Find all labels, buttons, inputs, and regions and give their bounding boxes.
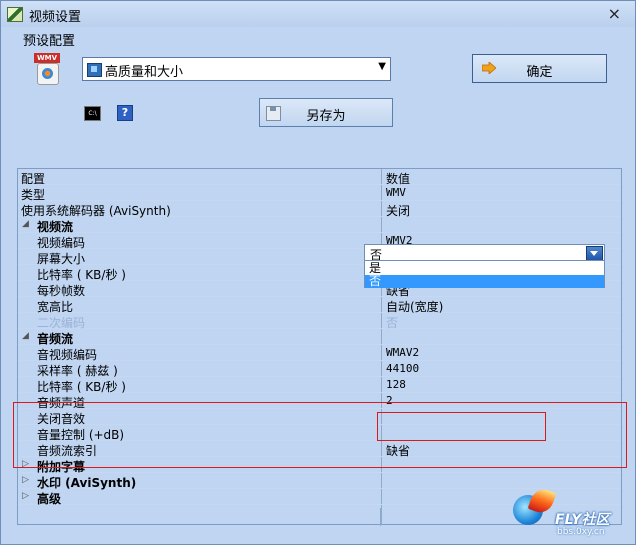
logo-brand: FLY社区: [555, 512, 610, 528]
mute-audio-options[interactable]: 是 否: [364, 260, 605, 288]
fly-community-logo: FLY社区 bbs.0xy.cn: [513, 485, 633, 543]
property-key: 高级: [37, 492, 62, 506]
property-value: 2: [386, 394, 393, 407]
grid-property-row[interactable]: 二次编码否: [18, 313, 621, 330]
property-value: WMV: [386, 186, 406, 199]
ok-button-label: 确定: [526, 65, 553, 80]
wmv-format-icon: WMV: [34, 53, 60, 85]
grid-property-row[interactable]: 类型 WMV: [18, 185, 621, 202]
option-yes[interactable]: 是: [365, 262, 604, 275]
app-icon: [7, 7, 23, 22]
expand-icon[interactable]: ▷: [22, 491, 29, 501]
grid-header: 配置 数值: [18, 169, 621, 186]
save-as-button-label: 另存为: [306, 109, 346, 124]
grid-property-row[interactable]: 宽高比 自动(宽度): [18, 297, 621, 314]
grid-property-row[interactable]: 比特率 ( KB/秒 ) 128: [18, 377, 621, 394]
mute-audio-select[interactable]: 否: [364, 244, 605, 262]
wmv-icon-text: WMV: [34, 53, 60, 63]
grid-property-row[interactable]: 采样率 ( 赫兹 ) 44100: [18, 361, 621, 378]
video-settings-dialog: 视频设置 × 预设配置 WMV 高质量和大小 ▼ 确定 C:\ ? 另存为 配置…: [0, 0, 636, 545]
grid-property-row[interactable]: 音频流索引 缺省: [18, 441, 621, 458]
expand-icon[interactable]: ▷: [22, 459, 29, 469]
logo-site: bbs.0xy.cn: [557, 527, 605, 537]
grid-property-row[interactable]: 使用系统解码器 (AviSynth) 关闭: [18, 201, 621, 218]
ok-button[interactable]: 确定: [472, 54, 607, 83]
grid-property-row[interactable]: 关闭音效: [18, 409, 621, 426]
preset-select-value: 高质量和大小: [105, 65, 184, 80]
title-bar: 视频设置 ×: [1, 1, 635, 27]
preset-select[interactable]: 高质量和大小 ▼: [82, 57, 391, 81]
collapse-icon[interactable]: ◢: [22, 331, 29, 341]
settings-property-grid[interactable]: 配置 数值 类型 WMV 使用系统解码器 (AviSynth) 关闭 ◢ 视频流 视频编码 W…: [17, 168, 622, 525]
grid-property-row[interactable]: 音频声道 2: [18, 393, 621, 410]
grid-property-row[interactable]: 音视频编码 WMAV2: [18, 345, 621, 362]
grid-property-row[interactable]: 音量控制 (+dB): [18, 425, 621, 442]
option-no[interactable]: 否: [365, 275, 604, 288]
chevron-down-icon[interactable]: ▼: [378, 61, 386, 72]
footer-divider: [380, 508, 381, 526]
film-icon: [87, 63, 102, 77]
dropdown-arrow-icon[interactable]: [586, 246, 603, 261]
help-icon[interactable]: ?: [117, 105, 133, 121]
close-icon[interactable]: ×: [608, 4, 621, 23]
property-value: WMAV2: [386, 346, 420, 359]
grid-category-row[interactable]: ▷ 水印 (AviSynth): [18, 473, 621, 490]
preset-label: 预设配置: [23, 34, 76, 49]
window-title: 视频设置: [29, 10, 82, 25]
grid-category-row[interactable]: ◢ 视频流: [18, 217, 621, 234]
property-value: 128: [386, 378, 406, 391]
command-line-icon[interactable]: C:\: [84, 106, 101, 121]
expand-icon[interactable]: ▷: [22, 475, 29, 485]
property-value: 44100: [386, 362, 420, 375]
grid-category-row[interactable]: ▷ 附加字幕: [18, 457, 621, 474]
collapse-icon[interactable]: ◢: [22, 219, 29, 229]
grid-category-row[interactable]: ◢ 音频流: [18, 329, 621, 346]
save-as-button[interactable]: 另存为: [259, 98, 393, 127]
